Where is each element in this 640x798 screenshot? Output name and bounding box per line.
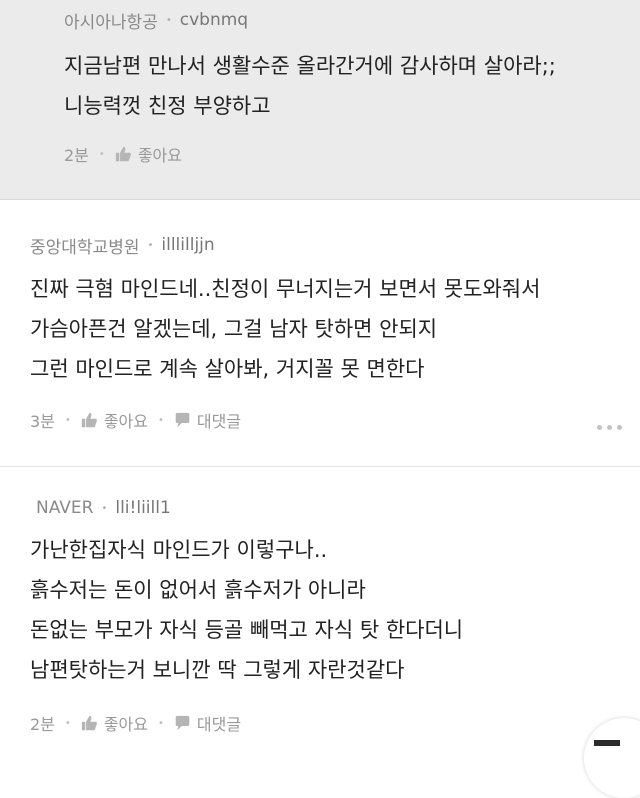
reply-button[interactable]: 대댓글 [174, 408, 241, 432]
speech-bubble-icon [175, 412, 190, 427]
comment-line: 가슴아픈건 알겠는데, 그걸 남자 탓하면 안되지 [30, 317, 438, 341]
comment-line: 지금남편 만나서 생활수준 올라간거에 감사하며 살아라;; [64, 54, 556, 78]
dot-icon [607, 425, 612, 430]
dot-icon [617, 425, 622, 430]
comment-username[interactable]: illlilljjn [161, 235, 214, 255]
comment-line: 가난한집자식 마인드가 이렇구나.. [30, 538, 328, 562]
arrow-up-icon [594, 740, 620, 746]
reply-label: 대댓글 [196, 715, 242, 734]
comment-actions: 2분 • 좋아요 • 대댓글 [30, 711, 241, 735]
thumbs-up-icon [81, 715, 97, 730]
comment-time: 2분 [30, 715, 55, 734]
meta-separator: • [147, 239, 154, 251]
comment-line: 남편탓하는거 보니깐 딱 그렇게 자란것같다 [30, 658, 405, 682]
comment-item: 중앙대학교병원 • illlilljjn 진짜 극혐 마인드네..친정이 무너지… [0, 201, 640, 467]
comment-body: 진짜 극혐 마인드네..친정이 무너지는거 보면서 못도와줘서 가슴아픈건 알겠… [30, 269, 540, 389]
more-options-button[interactable] [597, 425, 622, 430]
meta-separator: • [157, 717, 164, 729]
comment-source: 중앙대학교병원 [30, 237, 140, 258]
like-label: 좋아요 [137, 146, 182, 165]
comment-time: 2분 [64, 146, 89, 165]
meta-separator: • [101, 502, 108, 514]
like-button[interactable]: 좋아요 [115, 142, 182, 166]
meta-separator: • [64, 414, 71, 426]
like-button[interactable]: 좋아요 [81, 408, 148, 432]
comment-actions: 2분 • 좋아요 [64, 142, 182, 166]
comment-item: 아시아나항공 • cvbnmq 지금남편 만나서 생활수준 올라간거에 감사하며… [0, 0, 640, 200]
comment-meta: 중앙대학교병원 • illlilljjn [30, 233, 215, 258]
comment-line: 니능력껏 친정 부양하고 [64, 94, 271, 118]
like-label: 좋아요 [103, 412, 148, 431]
like-label: 좋아요 [103, 715, 148, 734]
comment-line: 진짜 극혐 마인드네..친정이 무너지는거 보면서 못도와줘서 [30, 277, 541, 301]
thumbs-up-icon [115, 146, 131, 161]
meta-separator: • [157, 414, 164, 426]
comment-body: 가난한집자식 마인드가 이렇구나.. 흙수저는 돈이 없어서 흙수저가 아니라 … [30, 530, 463, 690]
comment-source: NAVER [36, 498, 94, 518]
comment-username[interactable]: lli!liill1 [115, 498, 170, 518]
meta-separator: • [98, 148, 105, 160]
comment-meta: NAVER • lli!liill1 [36, 496, 171, 520]
dot-icon [597, 425, 602, 430]
thumbs-up-icon [81, 412, 97, 427]
comment-meta: 아시아나항공 • cvbnmq [64, 8, 248, 33]
reply-label: 대댓글 [196, 412, 242, 431]
comment-time: 3분 [30, 412, 55, 431]
meta-separator: • [64, 717, 71, 729]
comment-item: NAVER • lli!liill1 가난한집자식 마인드가 이렇구나.. 흙수… [0, 468, 640, 747]
meta-separator: • [165, 14, 172, 26]
speech-bubble-icon [175, 715, 190, 730]
reply-button[interactable]: 대댓글 [174, 711, 241, 735]
like-button[interactable]: 좋아요 [81, 711, 148, 735]
comment-line: 돈없는 부모가 자식 등골 빼먹고 자식 탓 한다더니 [30, 618, 464, 642]
comment-body: 지금남편 만나서 생활수준 올라간거에 감사하며 살아라;; 니능력껏 친정 부… [64, 46, 556, 126]
comment-username[interactable]: cvbnmq [180, 10, 248, 30]
comment-source: 아시아나항공 [64, 12, 158, 33]
comment-actions: 3분 • 좋아요 • 대댓글 [30, 408, 241, 432]
comment-line: 흙수저는 돈이 없어서 흙수저가 아니라 [30, 578, 366, 602]
comment-line: 그런 마인드로 계속 살아봐, 거지꼴 못 면한다 [30, 357, 425, 381]
